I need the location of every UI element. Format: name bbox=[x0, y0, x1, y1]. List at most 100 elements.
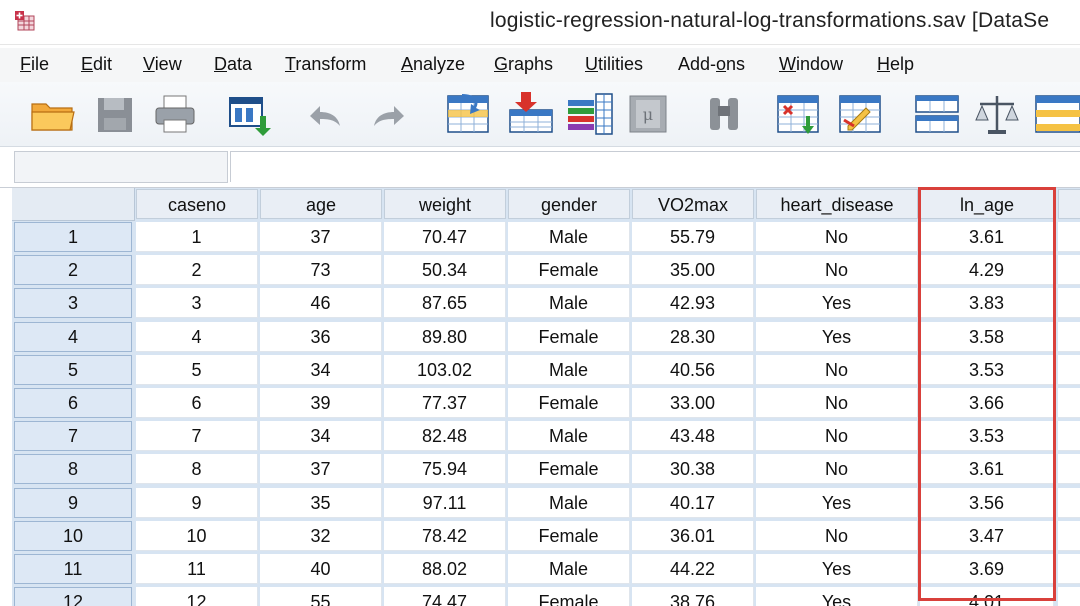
cell-empty[interactable] bbox=[1058, 222, 1080, 252]
weight-cases-icon[interactable] bbox=[972, 90, 1022, 138]
cell-heart-disease[interactable]: No bbox=[756, 255, 918, 285]
cell-age[interactable]: 73 bbox=[260, 255, 382, 285]
cell-weight[interactable]: 74.47 bbox=[384, 587, 506, 606]
cell-empty[interactable] bbox=[1058, 521, 1080, 551]
cell-weight[interactable]: 89.80 bbox=[384, 322, 506, 352]
cell-heart-disease[interactable]: No bbox=[756, 222, 918, 252]
cell-vo2max[interactable]: 43.48 bbox=[632, 421, 754, 451]
insert-cases-icon[interactable] bbox=[774, 90, 824, 138]
menu-utilities[interactable]: Utilities bbox=[585, 54, 643, 75]
cell-heart-disease[interactable]: Yes bbox=[756, 488, 918, 518]
column-header-gender[interactable]: gender bbox=[508, 189, 630, 219]
cell-gender[interactable]: Female bbox=[508, 454, 630, 484]
cell-heart-disease[interactable]: No bbox=[756, 355, 918, 385]
menu-help[interactable]: Help bbox=[877, 54, 914, 75]
cell-vo2max[interactable]: 30.38 bbox=[632, 454, 754, 484]
column-header-weight[interactable]: weight bbox=[384, 189, 506, 219]
cell-gender[interactable]: Female bbox=[508, 322, 630, 352]
grid-corner[interactable] bbox=[12, 188, 135, 221]
cell-caseno[interactable]: 7 bbox=[136, 421, 258, 451]
cell-ln-age[interactable]: 3.53 bbox=[920, 355, 1054, 385]
cell-ln-age[interactable]: 4.29 bbox=[920, 255, 1054, 285]
cell-empty[interactable] bbox=[1058, 488, 1080, 518]
menu-analyze[interactable]: Analyze bbox=[401, 54, 465, 75]
insert-variable-icon[interactable] bbox=[836, 90, 886, 138]
cell-age[interactable]: 36 bbox=[260, 322, 382, 352]
column-header-vo2max[interactable]: VO2max bbox=[632, 189, 754, 219]
cell-age[interactable]: 37 bbox=[260, 454, 382, 484]
row-header[interactable]: 3 bbox=[14, 288, 132, 318]
menu-add-ons[interactable]: Add-ons bbox=[678, 54, 745, 75]
cell-heart-disease[interactable]: Yes bbox=[756, 322, 918, 352]
cell-age[interactable]: 35 bbox=[260, 488, 382, 518]
menu-view[interactable]: View bbox=[143, 54, 182, 75]
cell-weight[interactable]: 103.02 bbox=[384, 355, 506, 385]
column-header-age[interactable]: age bbox=[260, 189, 382, 219]
cell-vo2max[interactable]: 55.79 bbox=[632, 222, 754, 252]
cell-vo2max[interactable]: 35.00 bbox=[632, 255, 754, 285]
row-header[interactable]: 2 bbox=[14, 255, 132, 285]
cell-ln-age[interactable]: 3.53 bbox=[920, 421, 1054, 451]
cell-vo2max[interactable]: 42.93 bbox=[632, 288, 754, 318]
cell-gender[interactable]: Female bbox=[508, 388, 630, 418]
cell-gender[interactable]: Female bbox=[508, 255, 630, 285]
cell-caseno[interactable]: 5 bbox=[136, 355, 258, 385]
cell-heart-disease[interactable]: No bbox=[756, 388, 918, 418]
cell-caseno[interactable]: 12 bbox=[136, 587, 258, 606]
menu-transform[interactable]: Transform bbox=[285, 54, 366, 75]
menu-edit[interactable]: Edit bbox=[81, 54, 112, 75]
cell-caseno[interactable]: 9 bbox=[136, 488, 258, 518]
cell-caseno[interactable]: 6 bbox=[136, 388, 258, 418]
cell-vo2max[interactable]: 40.17 bbox=[632, 488, 754, 518]
row-header[interactable]: 10 bbox=[14, 521, 132, 551]
cell-ln-age[interactable]: 3.66 bbox=[920, 388, 1054, 418]
cell-caseno[interactable]: 4 bbox=[136, 322, 258, 352]
cell-ln-age[interactable]: 3.61 bbox=[920, 222, 1054, 252]
cell-weight[interactable]: 78.42 bbox=[384, 521, 506, 551]
go-to-variable-icon[interactable] bbox=[506, 90, 556, 138]
menu-data[interactable]: Data bbox=[214, 54, 252, 75]
cell-gender[interactable]: Male bbox=[508, 288, 630, 318]
cell-age[interactable]: 40 bbox=[260, 554, 382, 584]
select-cases-icon[interactable] bbox=[1034, 90, 1080, 138]
cell-caseno[interactable]: 1 bbox=[136, 222, 258, 252]
row-header[interactable]: 9 bbox=[14, 488, 132, 518]
cell-empty[interactable] bbox=[1058, 355, 1080, 385]
cell-caseno[interactable]: 2 bbox=[136, 255, 258, 285]
cell-ln-age[interactable]: 3.47 bbox=[920, 521, 1054, 551]
cell-weight[interactable]: 50.34 bbox=[384, 255, 506, 285]
cell-gender[interactable]: Female bbox=[508, 587, 630, 606]
cell-heart-disease[interactable]: Yes bbox=[756, 587, 918, 606]
undo-icon[interactable] bbox=[300, 90, 350, 138]
cell-age[interactable]: 55 bbox=[260, 587, 382, 606]
cell-age[interactable]: 32 bbox=[260, 521, 382, 551]
cell-gender[interactable]: Male bbox=[508, 222, 630, 252]
variables-icon[interactable] bbox=[566, 90, 616, 138]
cell-empty[interactable] bbox=[1058, 255, 1080, 285]
column-header-heart-disease[interactable]: heart_disease bbox=[756, 189, 918, 219]
go-to-case-icon[interactable] bbox=[444, 90, 494, 138]
row-header[interactable]: 6 bbox=[14, 388, 132, 418]
cell-age[interactable]: 37 bbox=[260, 222, 382, 252]
menu-window[interactable]: Window bbox=[779, 54, 843, 75]
cell-empty[interactable] bbox=[1058, 587, 1080, 606]
row-header[interactable]: 8 bbox=[14, 454, 132, 484]
cell-age[interactable]: 34 bbox=[260, 421, 382, 451]
cell-weight[interactable]: 97.11 bbox=[384, 488, 506, 518]
cell-weight[interactable]: 70.47 bbox=[384, 222, 506, 252]
row-header[interactable]: 4 bbox=[14, 322, 132, 352]
find-icon[interactable] bbox=[700, 90, 750, 138]
cell-vo2max[interactable]: 36.01 bbox=[632, 521, 754, 551]
cell-value-editor[interactable] bbox=[230, 151, 1080, 182]
cell-age[interactable]: 39 bbox=[260, 388, 382, 418]
cell-heart-disease[interactable]: Yes bbox=[756, 554, 918, 584]
cell-gender[interactable]: Male bbox=[508, 355, 630, 385]
row-header[interactable]: 11 bbox=[14, 554, 132, 584]
column-header-empty[interactable] bbox=[1058, 189, 1080, 219]
save-icon[interactable] bbox=[92, 90, 142, 138]
column-header-ln-age[interactable]: ln_age bbox=[920, 189, 1054, 219]
menu-graphs[interactable]: Graphs bbox=[494, 54, 553, 75]
cell-gender[interactable]: Female bbox=[508, 521, 630, 551]
cell-weight[interactable]: 75.94 bbox=[384, 454, 506, 484]
cell-caseno[interactable]: 8 bbox=[136, 454, 258, 484]
